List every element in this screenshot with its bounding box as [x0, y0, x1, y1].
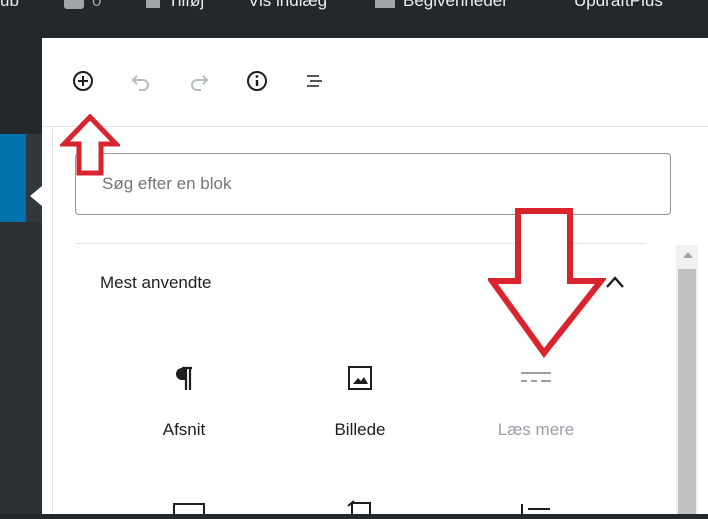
scroll-up-arrow-icon[interactable] [683, 252, 693, 258]
inserter-panel-border [52, 126, 53, 514]
block-search-input[interactable] [75, 153, 671, 215]
block-icon-partial[interactable] [172, 500, 206, 519]
block-item-more[interactable]: Læs mere [476, 358, 596, 440]
undo-icon [131, 75, 149, 91]
section-title-most-used[interactable]: Mest anvendte [100, 273, 212, 293]
sidebar-active-item[interactable] [0, 134, 26, 222]
list-outline-icon [307, 75, 322, 87]
block-icon-partial[interactable] [518, 500, 552, 519]
sidebar-active-notch [30, 186, 42, 206]
sidebar-top [0, 38, 42, 134]
admin-bar-new[interactable]: Tilføj [146, 0, 204, 11]
info-button[interactable] [242, 66, 272, 96]
redo-icon [191, 75, 209, 91]
more-icon [476, 358, 596, 398]
comment-icon [64, 0, 84, 9]
undo-button[interactable] [126, 66, 156, 96]
admin-bar-view-post[interactable]: Vis indlæg [248, 0, 327, 11]
block-label: Billede [334, 420, 386, 439]
calendar-icon [375, 0, 395, 8]
admin-bar-site-label: ub [0, 0, 19, 10]
block-item-image[interactable]: Billede [300, 358, 420, 440]
plus-circle-icon [73, 71, 93, 91]
admin-bar: ub 0 Tilføj Vis indlæg Begivenheder Updr… [0, 0, 708, 38]
chevron-up-icon[interactable] [604, 274, 626, 295]
scrollbar-thumb[interactable] [678, 269, 696, 514]
image-icon [300, 358, 420, 398]
events-label: Begivenheder [403, 0, 508, 10]
block-navigation-button[interactable] [300, 66, 330, 96]
admin-bar-updraftplus[interactable]: UpdraftPlus [574, 0, 663, 11]
annotation-arrow-down [486, 208, 608, 363]
sidebar-lower [0, 222, 42, 514]
redo-button[interactable] [184, 66, 214, 96]
block-icon-partial[interactable] [344, 500, 378, 519]
new-label: Tilføj [168, 0, 205, 10]
view-post-label: Vis indlæg [248, 0, 328, 10]
block-label: Afsnit [162, 420, 206, 439]
admin-bar-comments[interactable]: 0 [64, 0, 101, 11]
admin-sidebar [0, 38, 42, 514]
admin-bar-site-name[interactable]: ub [0, 0, 19, 11]
paragraph-icon [124, 358, 244, 398]
annotation-arrow-up [58, 113, 122, 181]
comments-count: 0 [92, 0, 102, 10]
admin-bar-events[interactable]: Begivenheder [375, 0, 508, 11]
block-item-paragraph[interactable]: Afsnit [124, 358, 244, 440]
block-label: Læs mere [497, 420, 575, 439]
plus-icon [146, 0, 160, 8]
updraftplus-label: UpdraftPlus [574, 0, 663, 10]
info-icon [247, 71, 267, 91]
editor-toolbar [42, 38, 708, 127]
add-block-button[interactable] [68, 66, 98, 96]
